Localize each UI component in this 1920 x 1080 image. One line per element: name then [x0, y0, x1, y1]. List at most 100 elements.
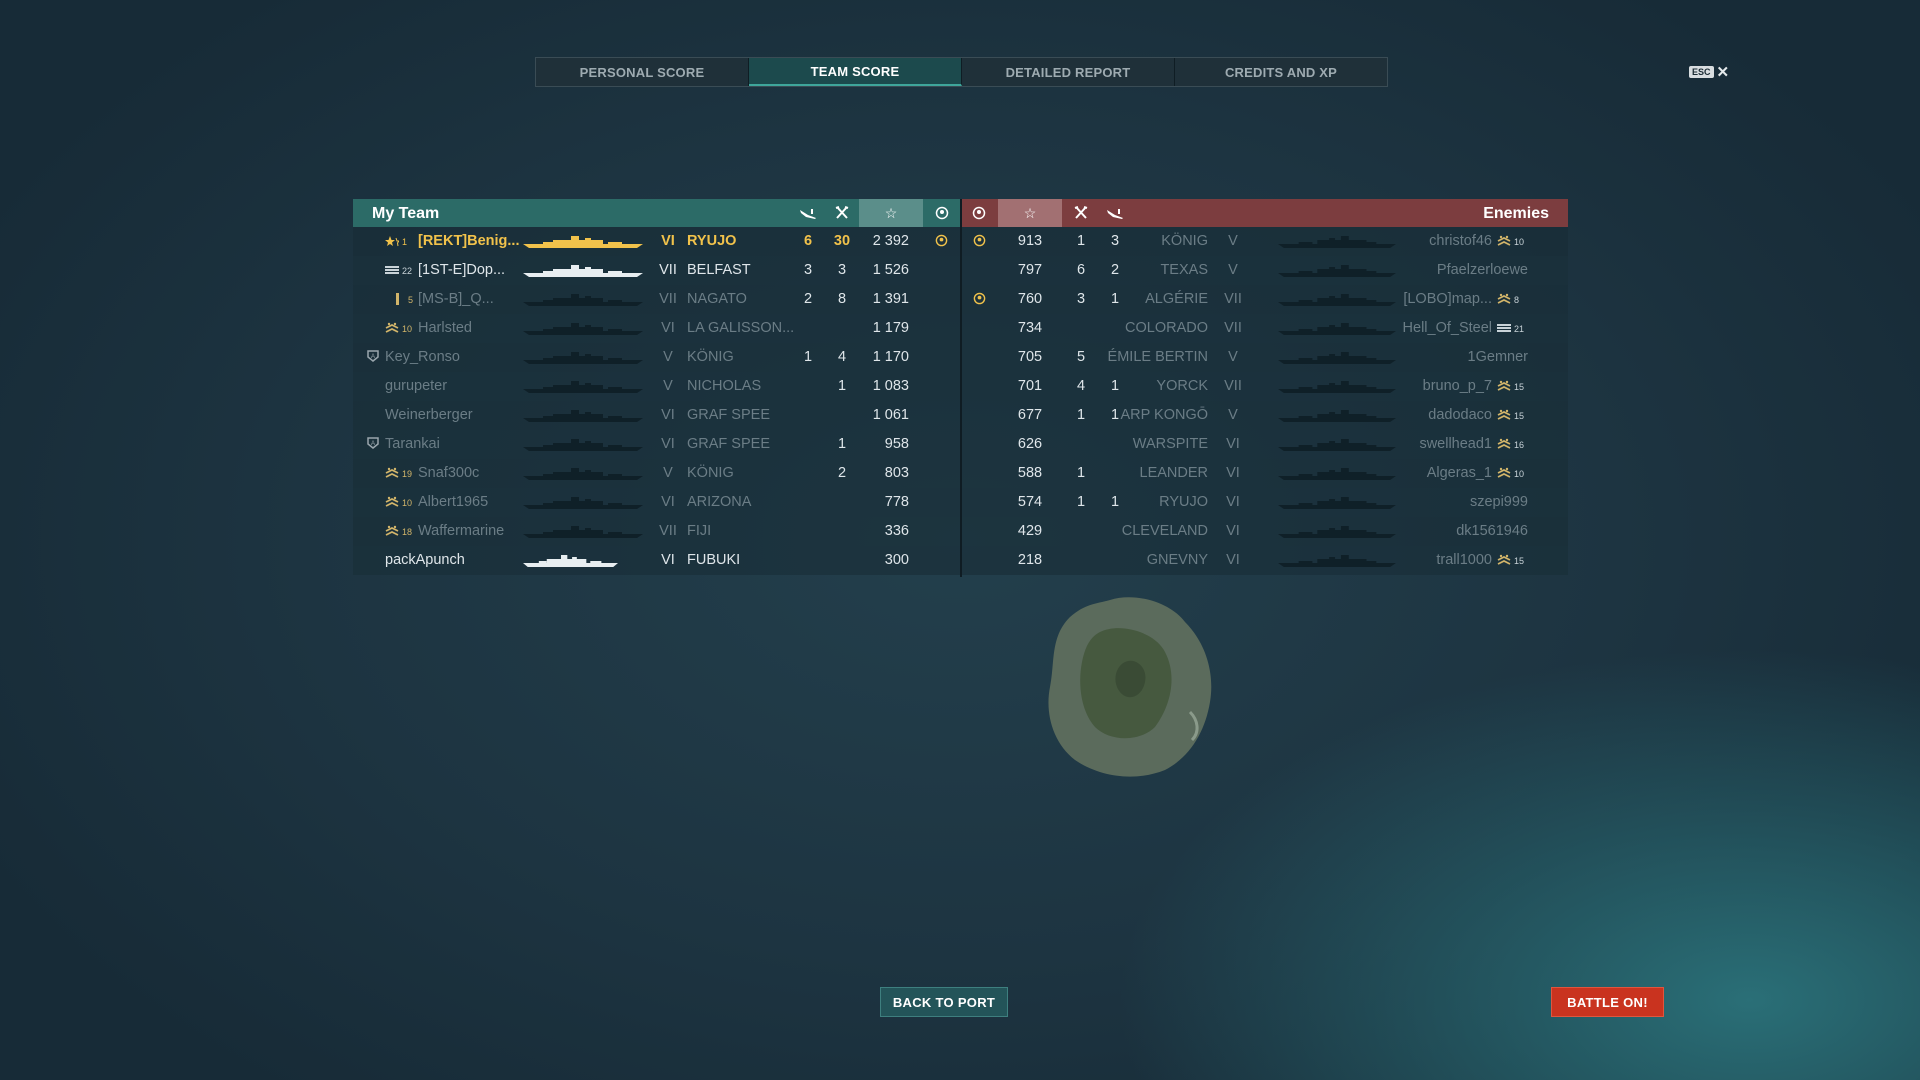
score-value: 218 — [1017, 552, 1043, 568]
ship-tier: V — [663, 378, 673, 394]
ship-name: ALGÉRIE — [1145, 291, 1208, 307]
table-row[interactable]: 18 Waffermarine VII FIJI 336 — [353, 517, 960, 546]
table-row[interactable]: gurupeter V NICHOLAS 1 1 083 — [353, 372, 960, 401]
my-team-panel: My Team ☆ 1 [REKT]Benig... VI RYUJO 6 30 2 392… — [353, 199, 960, 577]
ships-destroyed-icon — [827, 199, 857, 227]
table-row[interactable]: 574 1 1 RYUJO VI szepi999 — [962, 488, 1568, 517]
ship-silhouette-icon — [523, 352, 643, 364]
rank-chevrons-icon — [385, 467, 399, 478]
ships-destroyed: 1 — [1076, 465, 1086, 481]
ships-destroyed-icon — [1066, 199, 1096, 227]
ships-destroyed: 5 — [1076, 349, 1086, 365]
score-value: 705 — [1017, 349, 1043, 365]
ship-silhouette-icon — [1278, 468, 1396, 480]
table-row[interactable]: 1 [REKT]Benig... VI RYUJO 6 30 2 392 — [353, 227, 960, 256]
rank-star-icon — [385, 236, 399, 247]
close-button[interactable]: ESC ✕ — [1689, 63, 1729, 81]
table-row[interactable]: Weinerberger VI GRAF SPEE 1 061 — [353, 401, 960, 430]
table-row[interactable]: 677 1 1 ARP KONGŌ Vdadodaco 15 — [962, 401, 1568, 430]
ship-silhouette-icon — [1278, 526, 1396, 538]
ship-tier: VI — [1226, 494, 1240, 510]
table-row[interactable]: 705 5 ÉMILE BERTIN V 1Gemner — [962, 343, 1568, 372]
table-row[interactable]: 19 Snaf300c V KÖNIG 2 803 — [353, 459, 960, 488]
player-name: swellhead1 — [1419, 436, 1492, 452]
ship-tier: VI — [661, 436, 675, 452]
ship-tier: VI — [661, 552, 675, 568]
ship-tier: VI — [661, 407, 675, 423]
table-row[interactable]: 5 [MS-B]_Q... VII NAGATO 2 8 1 391 — [353, 285, 960, 314]
planes-destroyed: 2 — [1110, 262, 1120, 278]
spotted-medal-icon — [973, 234, 986, 247]
score-value: 958 — [884, 436, 909, 452]
ship-silhouette-icon — [1278, 497, 1396, 509]
table-row[interactable]: 588 1 LEANDER VI Algeras_1 10 — [962, 459, 1568, 488]
enemies-header: ☆ Enemies — [962, 199, 1568, 227]
player-name: Albert1965 — [418, 494, 489, 510]
score-value: 1 391 — [872, 291, 909, 307]
tab-credits-xp[interactable]: CREDITS AND XP — [1175, 58, 1387, 86]
score-value: 2 392 — [872, 233, 909, 249]
planes-destroyed: 6 — [803, 233, 813, 249]
rank-chevrons-icon — [385, 322, 399, 333]
score-value: 1 061 — [872, 407, 909, 423]
table-row[interactable]: 429 CLEVELAND VI dk1561946 — [962, 517, 1568, 546]
rank-number: 22 — [402, 266, 413, 276]
rank-number: 10 — [1514, 237, 1525, 247]
svg-text:A: A — [371, 354, 375, 360]
tab-team-score[interactable]: TEAM SCORE — [749, 58, 962, 86]
ship-tier: V — [1228, 407, 1238, 423]
rank-chevrons-icon — [1497, 467, 1511, 478]
score-value: 797 — [1017, 262, 1043, 278]
table-row[interactable]: 10 Harlsted VI LA GALISSON... 1 179 — [353, 314, 960, 343]
ship-tier: VI — [1226, 552, 1240, 568]
table-row[interactable]: 760 3 1 ALGÉRIE VII [LOBO]map... 8 — [962, 285, 1568, 314]
table-row[interactable]: 701 4 1 YORCK VII bruno_p_7 15 — [962, 372, 1568, 401]
player-rank: 5 — [391, 293, 413, 305]
ship-name: WARSPITE — [1132, 436, 1208, 452]
player-rank: 10 — [1497, 235, 1524, 247]
rank-number: 10 — [1514, 469, 1525, 479]
ship-name: KÖNIG — [687, 349, 734, 365]
player-name: Pfaelzerloewe — [1436, 262, 1528, 278]
table-row[interactable]: 913 1 3 KÖNIG Vchristof46 10 — [962, 227, 1568, 256]
player-rank: 15 — [1497, 380, 1524, 392]
esc-key-badge: ESC — [1689, 66, 1714, 78]
tab-detailed-report[interactable]: DETAILED REPORT — [962, 58, 1175, 86]
table-row[interactable]: packApunch VI FUBUKI 300 — [353, 546, 960, 575]
division-shield-icon: A — [367, 350, 379, 362]
table-row[interactable]: A Tarankai VI GRAF SPEE 1 958 — [353, 430, 960, 459]
table-row[interactable]: A Key_Ronso V KÖNIG 1 4 1 170 — [353, 343, 960, 372]
table-row[interactable]: 22 [1ST-E]Dop... VII BELFAST 3 3 1 526 — [353, 256, 960, 285]
tab-personal-score[interactable]: PERSONAL SCORE — [536, 58, 749, 86]
score-value: 701 — [1017, 378, 1043, 394]
ship-name: COLORADO — [1125, 320, 1208, 336]
ship-silhouette-icon — [523, 526, 643, 538]
player-name: Key_Ronso — [385, 349, 460, 365]
player-rank: 1 — [385, 235, 407, 247]
ship-silhouette-icon — [523, 410, 643, 422]
ship-tier: VI — [661, 494, 675, 510]
back-to-port-button[interactable]: BACK TO PORT — [880, 987, 1008, 1017]
ship-tier: VII — [1224, 378, 1242, 394]
svg-text:A: A — [371, 441, 375, 447]
rank-chevrons-icon — [1497, 380, 1511, 391]
ship-name: RYUJO — [1159, 494, 1208, 510]
player-name: dk1561946 — [1456, 523, 1528, 539]
rank-number: 10 — [402, 324, 413, 334]
player-name: Weinerberger — [385, 407, 473, 423]
battle-on-button[interactable]: BATTLE ON! — [1551, 987, 1664, 1017]
ship-tier: VII — [659, 291, 677, 307]
table-row[interactable]: 734 COLORADO VII Hell_Of_Steel 21 — [962, 314, 1568, 343]
ship-tier: VI — [661, 233, 675, 249]
planes-destroyed: 1 — [803, 349, 813, 365]
table-row[interactable]: 626 WARSPITE VI swellhead1 16 — [962, 430, 1568, 459]
ship-silhouette-icon — [1278, 323, 1396, 335]
table-row[interactable]: 218 GNEVNY VI trall1000 15 — [962, 546, 1568, 575]
ship-name: GRAF SPEE — [687, 436, 770, 452]
table-row[interactable]: 797 6 2 TEXAS V Pfaelzerloewe — [962, 256, 1568, 285]
player-rank: 21 — [1497, 322, 1524, 334]
table-row[interactable]: 10 Albert1965 VI ARIZONA 778 — [353, 488, 960, 517]
planes-destroyed-icon — [793, 199, 823, 227]
ship-name: LA GALISSON... — [687, 320, 795, 336]
ship-name: BELFAST — [687, 262, 751, 278]
